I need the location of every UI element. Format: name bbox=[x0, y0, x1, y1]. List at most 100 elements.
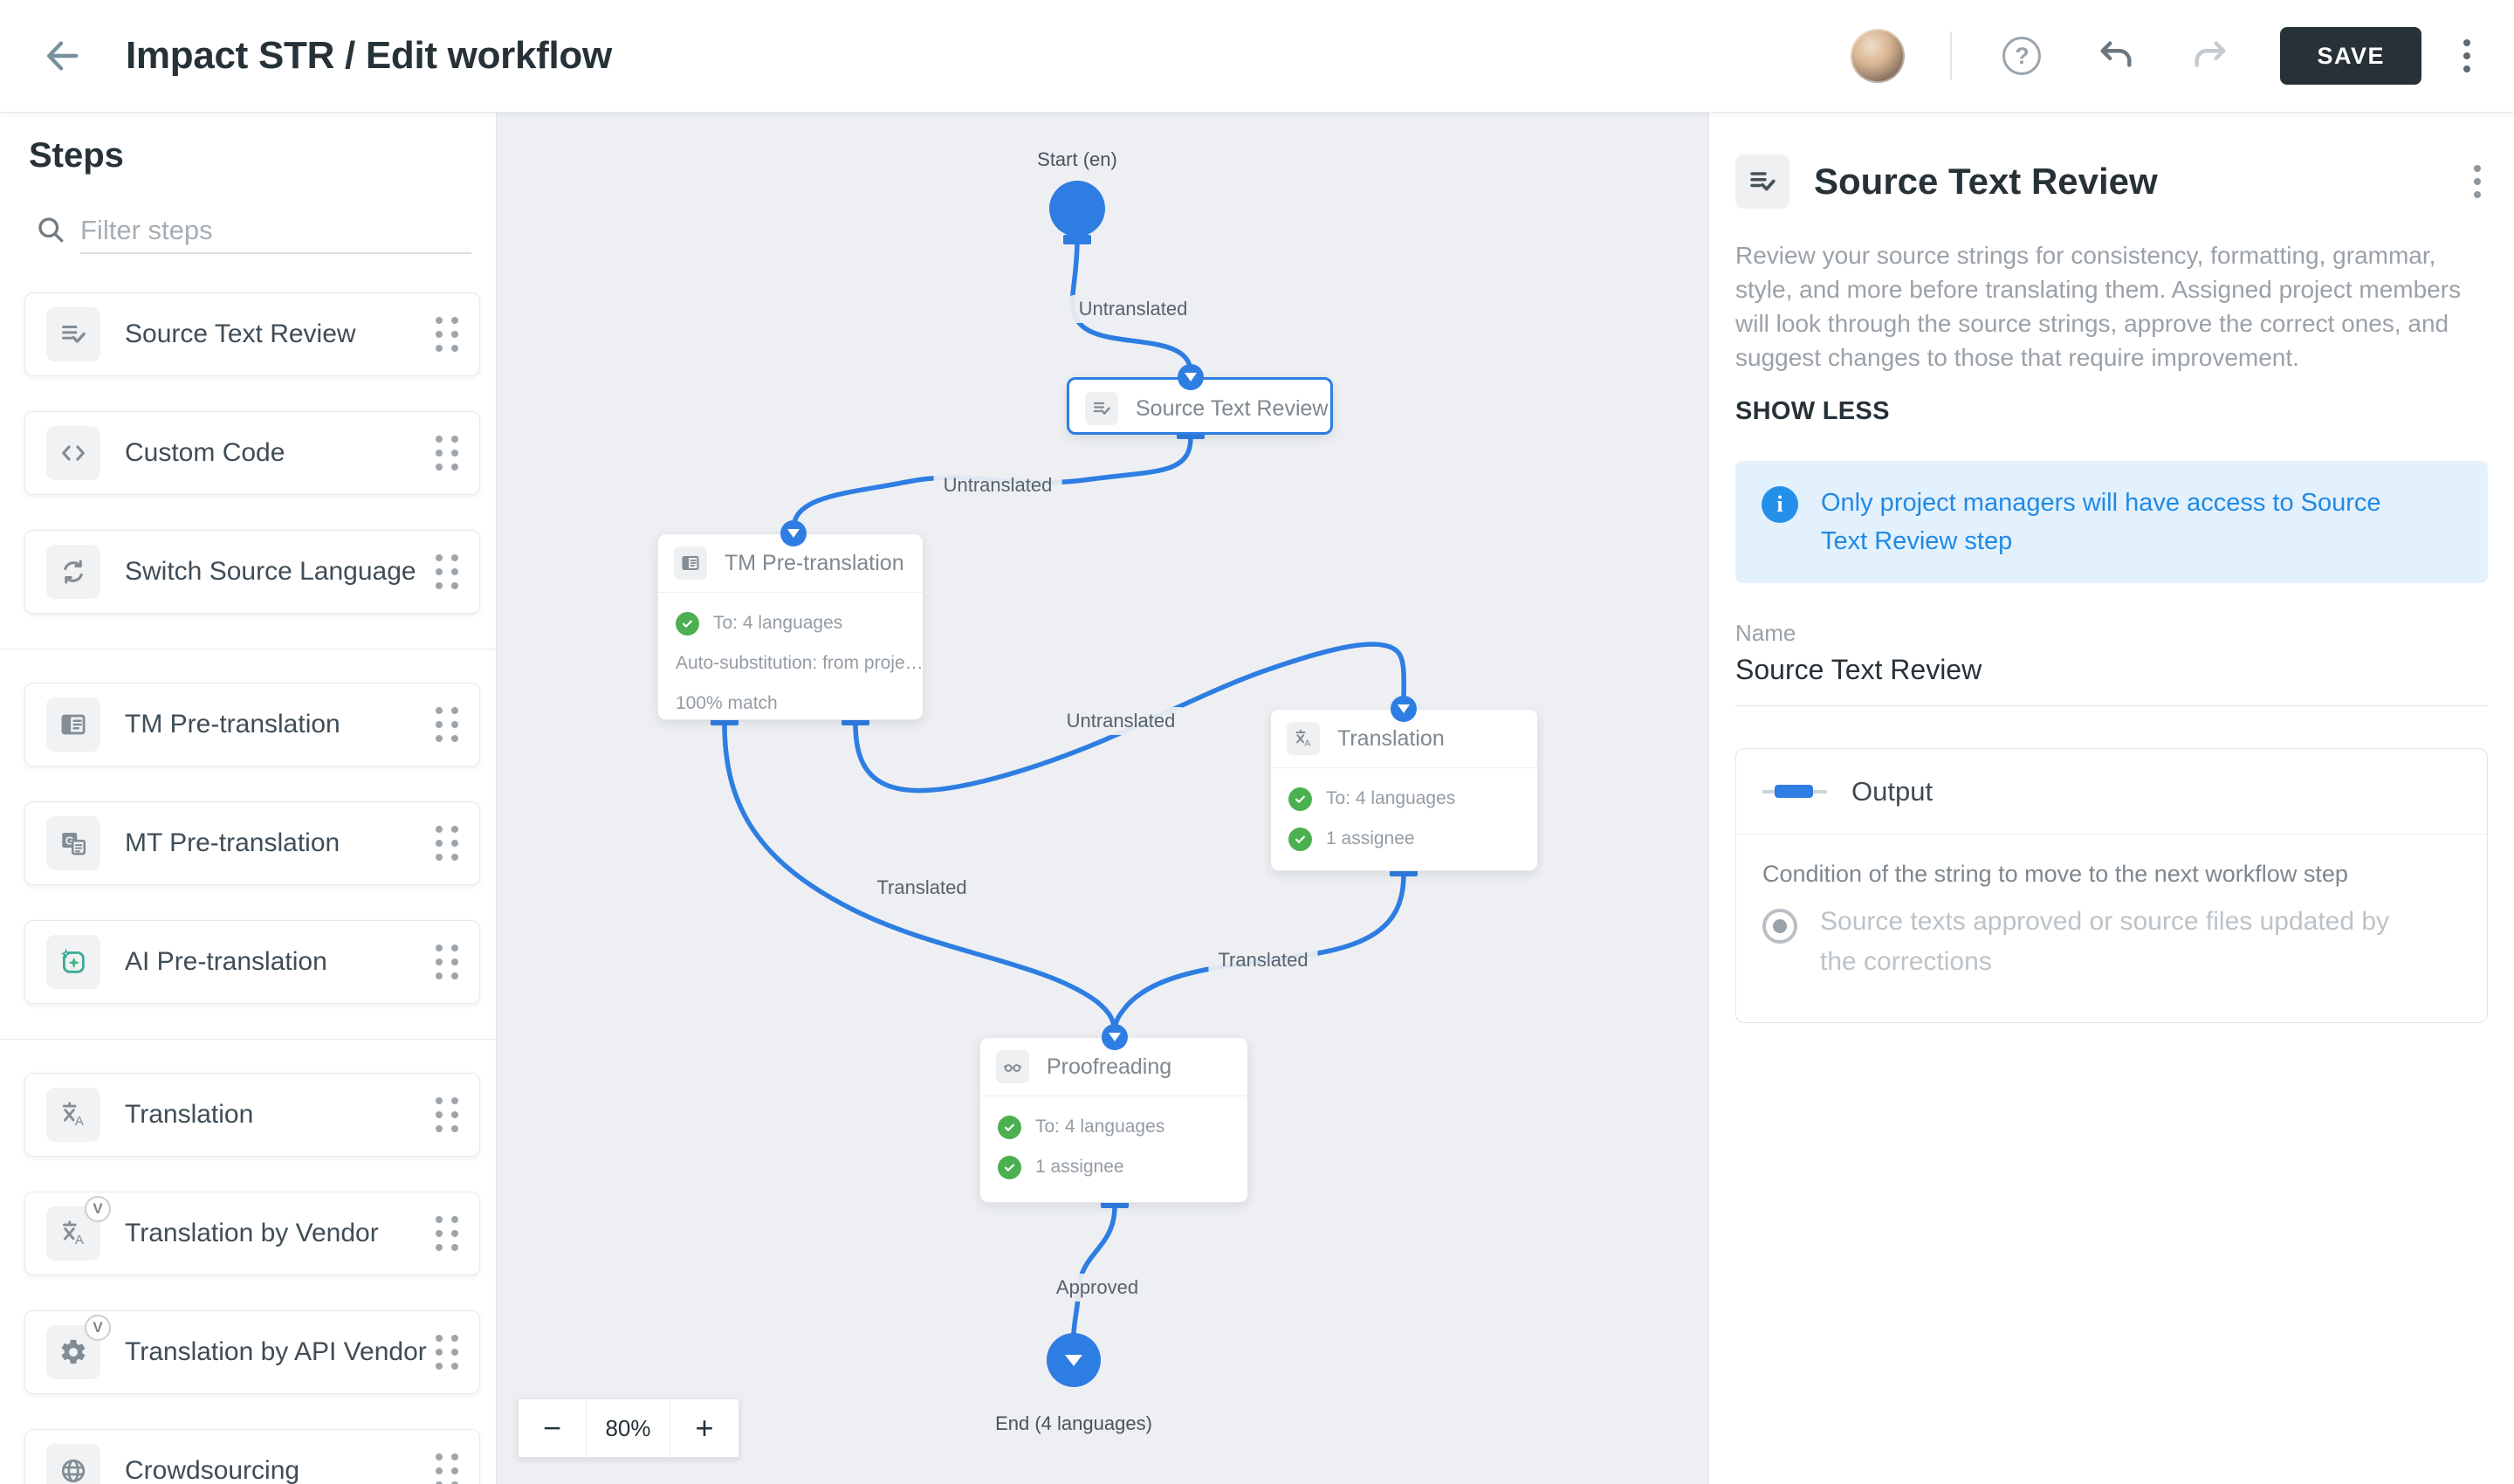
sidebar-item-label: Translation by Vendor bbox=[125, 1219, 436, 1248]
step-description: Review your source strings for consisten… bbox=[1735, 238, 2488, 374]
drag-handle-icon[interactable] bbox=[436, 707, 458, 742]
node-detail-row: To: 4 languages bbox=[1288, 779, 1520, 819]
panel-menu-button[interactable] bbox=[2467, 158, 2488, 205]
drag-handle-icon[interactable] bbox=[436, 436, 458, 471]
search-icon bbox=[35, 214, 66, 245]
node-detail-row: To: 4 languages bbox=[998, 1107, 1230, 1147]
node-detail-row: To: 4 languages bbox=[676, 603, 905, 643]
sidebar-item-label: Crowdsourcing bbox=[125, 1456, 436, 1484]
arrow-left-icon bbox=[41, 36, 81, 76]
start-node-label: Start (en) bbox=[1037, 148, 1117, 171]
node-detail-row: 100% match bbox=[676, 684, 905, 724]
sidebar-item-ai-pre-translation[interactable]: AI Pre-translation bbox=[24, 920, 480, 1004]
drag-handle-icon[interactable] bbox=[436, 317, 458, 352]
crowdsourcing-icon bbox=[46, 1444, 100, 1484]
name-field-label: Name bbox=[1735, 620, 2488, 647]
drag-handle-icon[interactable] bbox=[436, 1097, 458, 1132]
output-option-row: Source texts approved or source files up… bbox=[1762, 902, 2461, 982]
ai-pre-translation-icon bbox=[46, 935, 100, 989]
info-banner: i Only project managers will have access… bbox=[1735, 461, 2488, 583]
sidebar-item-label: TM Pre-translation bbox=[125, 710, 436, 739]
help-button[interactable]: ? bbox=[1997, 31, 2046, 80]
top-bar: Impact STR / Edit workflow ? SAVE bbox=[0, 0, 2514, 113]
drag-handle-icon[interactable] bbox=[436, 945, 458, 979]
drag-handle-icon[interactable] bbox=[436, 1216, 458, 1251]
end-node[interactable] bbox=[1047, 1333, 1101, 1387]
header-menu-button[interactable] bbox=[2456, 32, 2477, 79]
drag-handle-icon[interactable] bbox=[436, 1335, 458, 1370]
node-proofreading[interactable]: Proofreading To: 4 languages 1 assignee bbox=[979, 1037, 1248, 1203]
sidebar-item-source-text-review[interactable]: Source Text Review bbox=[24, 292, 480, 376]
sidebar-item-tm-pre-translation[interactable]: TM Pre-translation bbox=[24, 683, 480, 766]
filter-steps-input[interactable] bbox=[80, 209, 471, 254]
undo-button[interactable] bbox=[2092, 31, 2140, 80]
check-icon bbox=[1288, 787, 1312, 811]
translation-vendor-icon: A V bbox=[46, 1206, 100, 1261]
drag-handle-icon[interactable] bbox=[436, 826, 458, 861]
source-text-review-icon bbox=[1735, 155, 1789, 209]
drag-handle-icon[interactable] bbox=[436, 554, 458, 589]
drag-handle-icon[interactable] bbox=[436, 1453, 458, 1484]
show-less-link[interactable]: SHOW LESS bbox=[1735, 397, 2488, 426]
tm-input-connector bbox=[780, 520, 807, 546]
sidebar-item-label: Switch Source Language bbox=[125, 557, 436, 587]
undo-icon bbox=[2096, 36, 2136, 76]
node-title: Proofreading bbox=[1047, 1055, 1171, 1080]
steps-sidebar: Steps Source Text Review Custom Code bbox=[0, 113, 497, 1484]
sidebar-item-switch-source-language[interactable]: Switch Source Language bbox=[24, 530, 480, 614]
page-title: Impact STR / Edit workflow bbox=[126, 34, 612, 78]
sidebar-item-custom-code[interactable]: Custom Code bbox=[24, 411, 480, 495]
vendor-badge: V bbox=[85, 1196, 111, 1222]
workflow-canvas[interactable]: Start (en) End (4 languages) Untranslate… bbox=[497, 113, 1708, 1484]
start-node[interactable] bbox=[1049, 181, 1105, 237]
steps-heading: Steps bbox=[29, 137, 496, 174]
sidebar-item-label: Translation bbox=[125, 1100, 436, 1130]
vendor-badge: V bbox=[85, 1315, 111, 1341]
proofreading-icon bbox=[996, 1050, 1029, 1083]
node-detail-row: 1 assignee bbox=[1288, 819, 1520, 859]
back-button[interactable] bbox=[37, 31, 86, 80]
proofreading-input-connector bbox=[1102, 1024, 1128, 1050]
name-input[interactable] bbox=[1735, 654, 2488, 706]
api-vendor-icon: V bbox=[46, 1325, 100, 1379]
step-details-panel: Source Text Review Review your source st… bbox=[1708, 113, 2514, 1484]
svg-text:A: A bbox=[75, 1115, 84, 1129]
edge-label: Untranslated bbox=[1069, 295, 1198, 323]
tm-pre-translation-icon bbox=[46, 697, 100, 752]
node-title: Translation bbox=[1337, 726, 1445, 752]
sidebar-group-divider bbox=[0, 1039, 497, 1040]
node-title: TM Pre-translation bbox=[725, 551, 904, 576]
translation-icon: A bbox=[46, 1088, 100, 1142]
sidebar-item-translation-by-vendor[interactable]: A V Translation by Vendor bbox=[24, 1192, 480, 1275]
source-text-review-icon bbox=[1085, 392, 1118, 425]
sidebar-item-translation-by-api-vendor[interactable]: V Translation by API Vendor bbox=[24, 1310, 480, 1394]
redo-button[interactable] bbox=[2186, 31, 2235, 80]
sidebar-item-label: Custom Code bbox=[125, 438, 436, 468]
sidebar-item-crowdsourcing[interactable]: Crowdsourcing bbox=[24, 1429, 480, 1484]
edge-label: Untranslated bbox=[934, 471, 1062, 499]
radio-selected-icon[interactable] bbox=[1762, 909, 1797, 944]
zoom-toolbar: − 80% + bbox=[518, 1398, 739, 1458]
info-icon: i bbox=[1762, 486, 1798, 523]
node-detail-row: 1 assignee bbox=[998, 1147, 1230, 1187]
svg-text:A: A bbox=[1304, 739, 1310, 749]
output-condition-label: Condition of the string to move to the n… bbox=[1762, 861, 2461, 888]
sidebar-item-translation[interactable]: A Translation bbox=[24, 1073, 480, 1157]
node-translation[interactable]: A Translation To: 4 languages 1 assignee bbox=[1270, 709, 1538, 871]
sidebar-item-label: Translation by API Vendor bbox=[125, 1337, 436, 1367]
sidebar-item-label: MT Pre-translation bbox=[125, 828, 436, 858]
tm-pre-translation-icon bbox=[674, 546, 707, 580]
source-text-review-icon bbox=[46, 307, 100, 361]
custom-code-icon bbox=[46, 426, 100, 480]
node-tm-pre-translation[interactable]: TM Pre-translation To: 4 languages Auto-… bbox=[657, 533, 924, 720]
node-detail-row: Auto-substitution: from proje… bbox=[676, 643, 905, 684]
output-section: Output Condition of the string to move t… bbox=[1735, 748, 2488, 1023]
user-avatar[interactable] bbox=[1851, 29, 1905, 83]
check-icon bbox=[998, 1116, 1021, 1139]
save-button[interactable]: SAVE bbox=[2280, 27, 2421, 85]
node-title: Source Text Review bbox=[1136, 396, 1328, 422]
zoom-in-button[interactable]: + bbox=[670, 1399, 738, 1457]
sidebar-item-mt-pre-translation[interactable]: G MT Pre-translation bbox=[24, 801, 480, 885]
mt-pre-translation-icon: G bbox=[46, 816, 100, 870]
zoom-out-button[interactable]: − bbox=[519, 1399, 587, 1457]
